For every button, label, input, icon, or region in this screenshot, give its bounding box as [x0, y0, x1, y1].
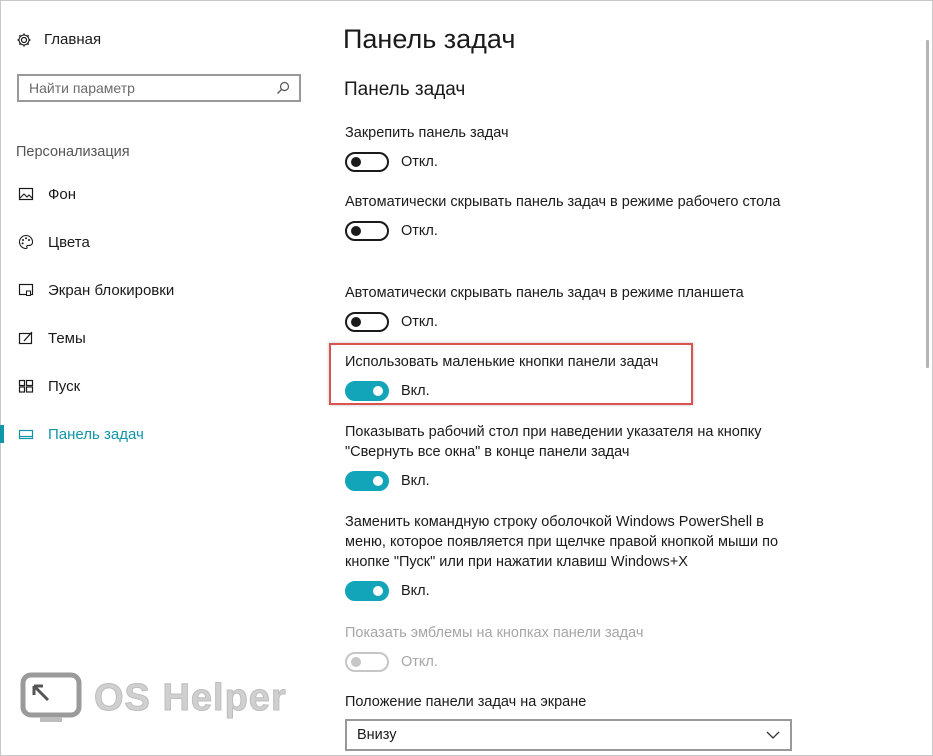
highlight-box: [329, 343, 693, 405]
setting-badges: Показать эмблемы на кнопках панели задач…: [345, 623, 805, 672]
gear-icon: [17, 33, 31, 46]
toggle-state: Откл.: [401, 154, 438, 170]
toggle-state: Откл.: [401, 314, 438, 330]
scrollbar-thumb[interactable]: [926, 40, 929, 368]
sidebar-item-taskbar[interactable]: Панель задач: [0, 419, 300, 449]
sidebar-item-label: Экран блокировки: [48, 281, 175, 299]
search-box[interactable]: [17, 74, 301, 102]
setting-peek-desktop: Показывать рабочий стол при наведении ук…: [345, 422, 805, 491]
sidebar-item-label: Фон: [48, 185, 77, 203]
setting-label: Закрепить панель задач: [345, 125, 509, 141]
sidebar-item-label: Пуск: [48, 377, 81, 395]
toggle-switch: [345, 652, 389, 672]
toggle-state: Вкл.: [401, 583, 430, 599]
logo-monitor-icon: [20, 672, 84, 724]
watermark-logo: OS Helper: [20, 672, 287, 724]
sidebar-item-start[interactable]: Пуск: [0, 371, 300, 401]
sidebar-item-themes[interactable]: Темы: [0, 323, 300, 353]
search-icon[interactable]: [275, 80, 291, 96]
toggle-switch[interactable]: [345, 152, 389, 172]
toggle-state: Вкл.: [401, 473, 430, 489]
section-label-personalization: Персонализация: [16, 144, 130, 160]
sidebar-item-lock-screen[interactable]: Экран блокировки: [0, 275, 300, 305]
lock-screen-icon: [18, 282, 34, 298]
sidebar-item-label: Панель задач: [48, 425, 144, 443]
sidebar-item-background[interactable]: Фон: [0, 179, 300, 209]
chevron-down-icon: [766, 731, 780, 739]
taskbar-position-select[interactable]: Внизу: [345, 719, 792, 751]
setting-label: Заменить командную строку оболочкой Wind…: [345, 514, 779, 570]
section-title: Панель задач: [344, 79, 466, 100]
themes-icon: [18, 330, 34, 346]
setting-powershell: Заменить командную строку оболочкой Wind…: [345, 512, 805, 601]
setting-label: Автоматически скрывать панель задач в ре…: [345, 285, 744, 301]
select-value: Внизу: [357, 727, 397, 743]
taskbar-icon: [18, 426, 34, 442]
home-link[interactable]: Главная: [16, 31, 101, 48]
toggle-switch[interactable]: [345, 221, 389, 241]
toggle-switch[interactable]: [345, 581, 389, 601]
page-title: Панель задач: [343, 24, 516, 54]
setting-lock-taskbar: Закрепить панель задач Откл.: [345, 123, 805, 172]
setting-label: Показать эмблемы на кнопках панели задач: [345, 625, 644, 641]
setting-autohide-tablet: Автоматически скрывать панель задач в ре…: [345, 283, 805, 332]
setting-position: Положение панели задач на экране: [345, 692, 805, 712]
toggle-switch[interactable]: [345, 471, 389, 491]
setting-label: Автоматически скрывать панель задач в ре…: [345, 194, 781, 210]
sidebar-item-label: Цвета: [48, 233, 90, 251]
toggle-state: Откл.: [401, 223, 438, 239]
start-icon: [18, 378, 34, 394]
sidebar-item-colors[interactable]: Цвета: [0, 227, 300, 257]
toggle-switch[interactable]: [345, 312, 389, 332]
toggle-state: Откл.: [401, 654, 438, 670]
palette-icon: [18, 234, 34, 250]
setting-autohide-desktop: Автоматически скрывать панель задач в ре…: [345, 192, 805, 241]
logo-text: OS Helper: [94, 676, 287, 719]
home-label: Главная: [44, 31, 102, 48]
setting-label: Показывать рабочий стол при наведении ук…: [345, 424, 762, 460]
search-input[interactable]: [19, 80, 275, 96]
sidebar-item-label: Темы: [48, 329, 86, 347]
setting-label: Положение панели задач на экране: [345, 694, 587, 710]
picture-icon: [18, 186, 34, 202]
